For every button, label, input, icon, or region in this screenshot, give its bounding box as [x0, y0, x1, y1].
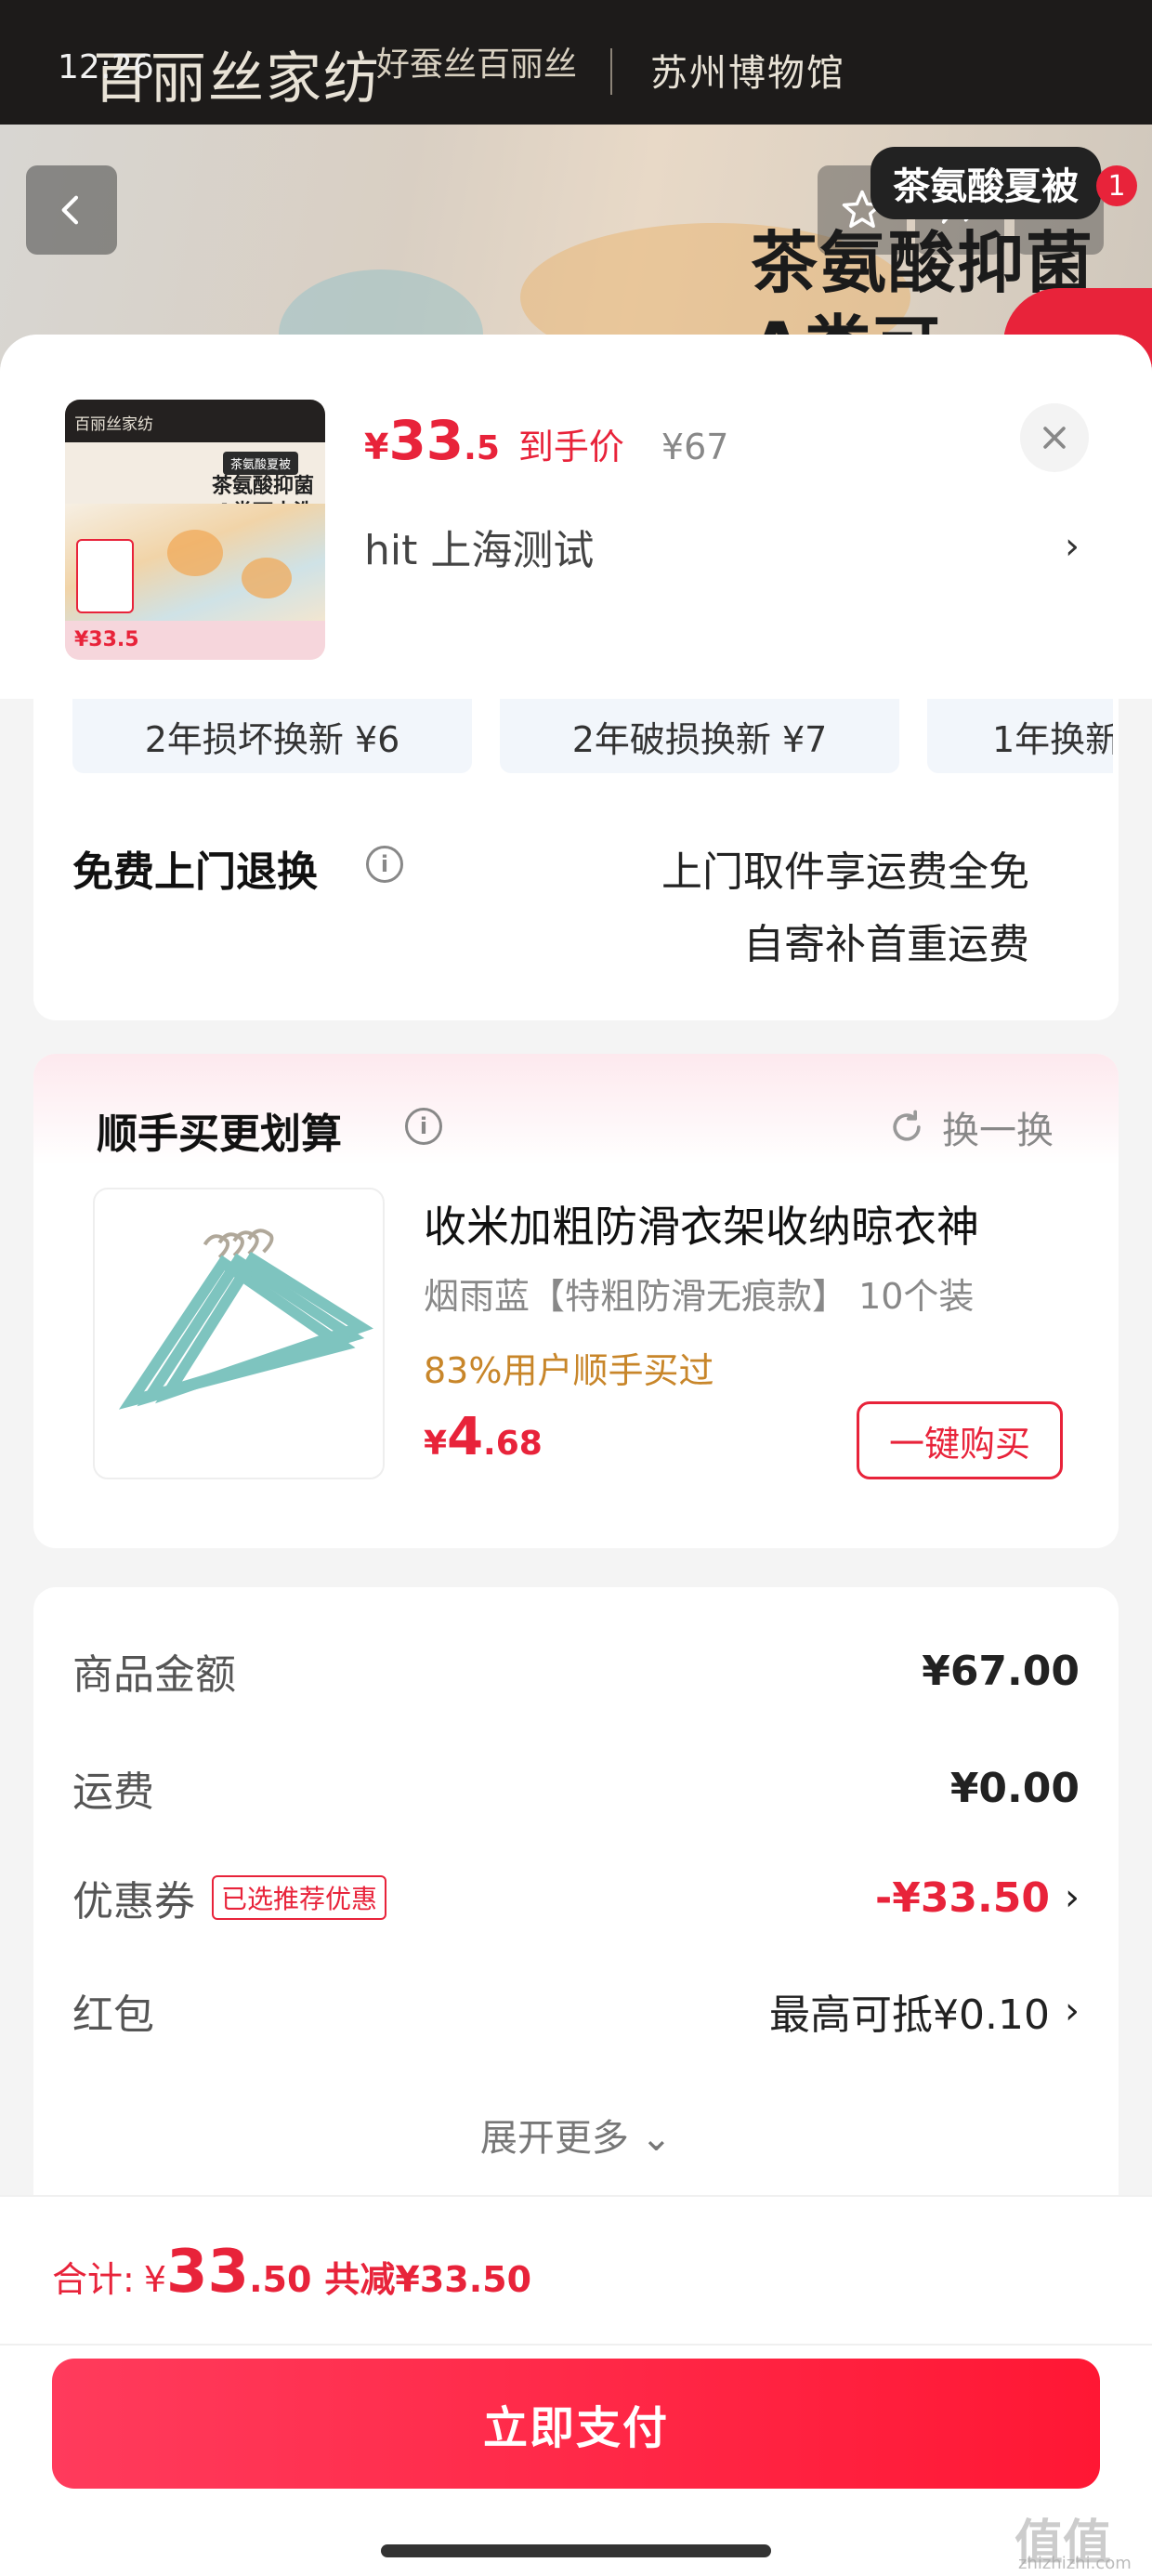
price-label: 到手价 — [517, 427, 624, 467]
original-price: ¥67 — [661, 427, 729, 467]
thumbnail-price: ¥33.5 — [65, 621, 325, 660]
addon-card: 顺手买更划算 i 换一换 收米加粗防滑衣架收纳晾衣神 烟雨蓝【特粗防滑无痕款】 … — [33, 1054, 1119, 1548]
warranty-option[interactable]: 2年破损换新 ¥7 — [500, 699, 899, 773]
thumbnail-tag: 茶氨酸夏被 — [223, 452, 299, 475]
home-indicator[interactable] — [381, 2544, 771, 2557]
thumbnail-brand: 百丽丝家纺 — [65, 400, 325, 442]
back-icon — [61, 195, 79, 225]
close-icon — [1043, 427, 1066, 449]
thumbnail-pattern — [242, 558, 292, 598]
info-icon[interactable]: i — [405, 1108, 442, 1145]
chevron-right-icon: › — [1065, 525, 1080, 568]
total-decimal: .50 — [249, 2259, 312, 2300]
free-return-desc-1: 上门取件享运费全免 — [661, 848, 1029, 896]
promo-tag: 茶氨酸夏被 — [871, 147, 1101, 219]
summary-value: ¥0.00 — [949, 1764, 1080, 1812]
cart-badge: 1 — [1096, 165, 1137, 206]
summary-label: 红包 — [72, 1991, 154, 2039]
hanger-illustration — [118, 1229, 373, 1410]
addon-price: ¥ 4 .68 — [424, 1407, 543, 1467]
footer-divider — [0, 2344, 1152, 2346]
summary-value: -¥33.50 — [874, 1873, 1050, 1922]
price-currency: ¥ — [364, 427, 389, 467]
close-button[interactable] — [1020, 403, 1089, 472]
warranty-option[interactable]: 2年损坏换新 ¥6 — [72, 699, 472, 773]
background-product-page: 百丽丝家纺 好蚕丝百丽丝 苏州博物馆 12:26 茶氨酸夏被 1 茶氨酸抑菌 A… — [0, 0, 1152, 390]
summary-value: 最高可抵¥0.10 — [769, 1991, 1050, 2039]
refresh-button[interactable]: 换一换 — [886, 1100, 1054, 1154]
total-savings: 共减¥33.50 — [324, 2259, 532, 2300]
order-summary-card: 商品金额 ¥67.00 运费 ¥0.00 优惠券 已选推荐优惠 -¥33.50 … — [33, 1587, 1119, 2256]
price-decimal: .5 — [464, 429, 500, 467]
sheet-header: 百丽丝家纺 茶氨酸夏被 茶氨酸抑菌 A类可水洗 ¥33.5 ¥ 33 .5 到手… — [0, 335, 1152, 699]
addon-product-spec: 烟雨蓝【特粗防滑无痕款】 10个装 — [424, 1276, 975, 1317]
address-selector[interactable]: hit 上海测试 › — [364, 517, 1080, 576]
museum-logo: 苏州博物馆 — [650, 52, 845, 95]
site-watermark-url: zhizhizhi.com — [1018, 2554, 1132, 2573]
price-integer: 33 — [388, 409, 465, 472]
addon-purchase-rate: 83%用户顺手买过 — [424, 1350, 714, 1391]
expand-more-button[interactable]: 展开更多 ⌄ — [33, 2108, 1119, 2162]
addon-product-image[interactable] — [93, 1188, 385, 1479]
chevron-right-icon: › — [1065, 1876, 1080, 1919]
one-click-buy-button[interactable]: 一键购买 — [857, 1401, 1063, 1479]
summary-label: 优惠券 — [72, 1878, 195, 1925]
address-text: hit 上海测试 — [364, 527, 595, 574]
co-brand-logo: 好蚕丝百丽丝 — [376, 46, 578, 84]
warranty-options: 2年损坏换新 ¥6 2年破损换新 ¥7 1年换新 — [72, 699, 1113, 782]
total-label: 合计: — [52, 2259, 135, 2300]
checkout-footer: 合计: ¥ 33 .50 共减¥33.50 立即支付 值值值 zhizhizhi… — [0, 2195, 1152, 2576]
brand-divider — [610, 48, 612, 95]
addon-price-integer: 4 — [447, 1407, 484, 1467]
order-total: 合计: ¥ 33 .50 共减¥33.50 — [52, 2238, 531, 2307]
summary-label: 运费 — [72, 1768, 154, 1816]
refresh-label: 换一换 — [942, 1110, 1054, 1152]
summary-value: ¥67.00 — [922, 1647, 1080, 1695]
total-integer: 33 — [166, 2238, 250, 2307]
summary-row-shipping: 运费 ¥0.00 — [72, 1758, 1080, 1818]
coupon-tag: 已选推荐优惠 — [212, 1875, 387, 1920]
summary-row-redpacket[interactable]: 红包 最高可抵¥0.10 › — [72, 1981, 1080, 2041]
addon-title: 顺手买更划算 — [97, 1111, 342, 1158]
addon-product-name: 收米加粗防滑衣架收纳晾衣神 — [424, 1202, 979, 1252]
addon-price-currency: ¥ — [424, 1425, 448, 1463]
refresh-icon — [893, 1110, 921, 1141]
info-icon[interactable]: i — [366, 846, 403, 883]
status-time: 12:26 — [58, 48, 154, 86]
warranty-option[interactable]: 1年换新 — [927, 699, 1113, 773]
summary-row-subtotal: 商品金额 ¥67.00 — [72, 1641, 1080, 1701]
addon-price-decimal: .68 — [483, 1425, 543, 1463]
free-return-title: 免费上门退换 — [72, 848, 318, 896]
product-thumbnail: 百丽丝家纺 茶氨酸夏被 茶氨酸抑菌 A类可水洗 ¥33.5 — [65, 400, 325, 660]
thumbnail-pattern — [167, 530, 223, 576]
final-price: ¥ 33 .5 到手价 ¥67 — [364, 409, 728, 472]
pay-now-button[interactable]: 立即支付 — [52, 2359, 1100, 2489]
summary-label: 商品金额 — [72, 1651, 236, 1699]
service-card: 2年损坏换新 ¥6 2年破损换新 ¥7 1年换新 免费上门退换 i 上门取件享运… — [33, 699, 1119, 1020]
summary-row-coupon[interactable]: 优惠券 已选推荐优惠 -¥33.50 › — [72, 1868, 1080, 1927]
chevron-right-icon: › — [1065, 1990, 1080, 2032]
free-return-desc-2: 自寄补首重运费 — [743, 921, 1029, 968]
back-button[interactable] — [26, 165, 117, 255]
total-currency: ¥ — [143, 2259, 166, 2300]
thumbnail-price-card — [76, 539, 134, 613]
